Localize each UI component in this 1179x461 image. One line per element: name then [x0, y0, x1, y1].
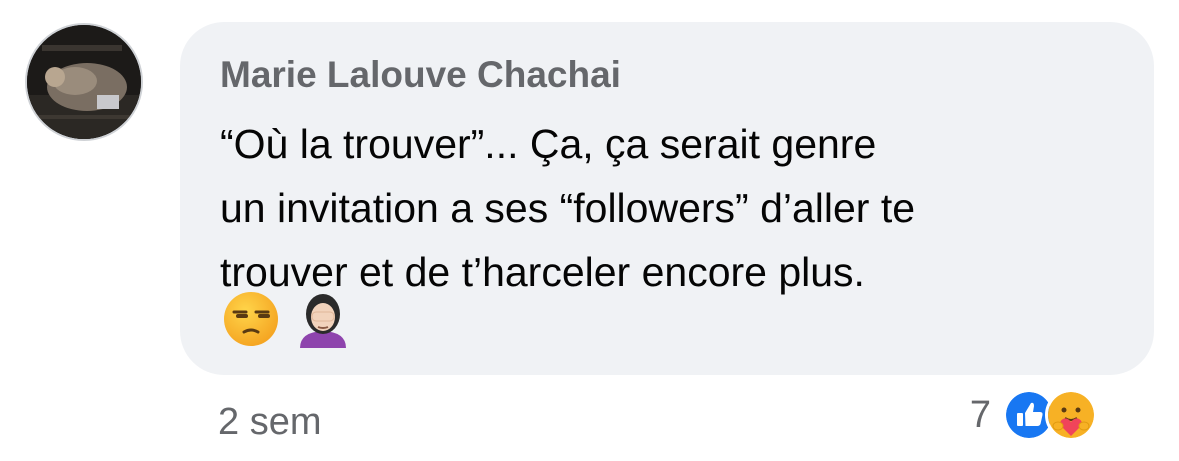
author-avatar[interactable] — [25, 23, 143, 141]
reaction-count[interactable]: 7 — [970, 393, 991, 437]
care-reaction-icon — [1045, 389, 1097, 441]
comment-emojis — [222, 290, 352, 348]
woman-facepalming-icon — [300, 294, 346, 348]
unamused-face-icon — [224, 292, 278, 346]
comment-text: “Où la trouver”... Ça, ça serait genre u… — [220, 112, 1100, 304]
reaction-summary[interactable]: 7 — [970, 389, 1097, 441]
comment-line: un invitation a ses “followers” d’aller … — [220, 185, 916, 231]
comment-line: “Où la trouver”... Ça, ça serait genre — [220, 121, 877, 167]
comment-timestamp[interactable]: 2 sem — [218, 400, 321, 444]
comment-author[interactable]: Marie Lalouve Chachai — [220, 55, 621, 95]
avatar-photo — [27, 25, 141, 139]
comment-bubble: Marie Lalouve Chachai “Où la trouver”...… — [180, 22, 1154, 375]
comment-line: trouver et de t’harceler encore plus. — [220, 249, 865, 295]
